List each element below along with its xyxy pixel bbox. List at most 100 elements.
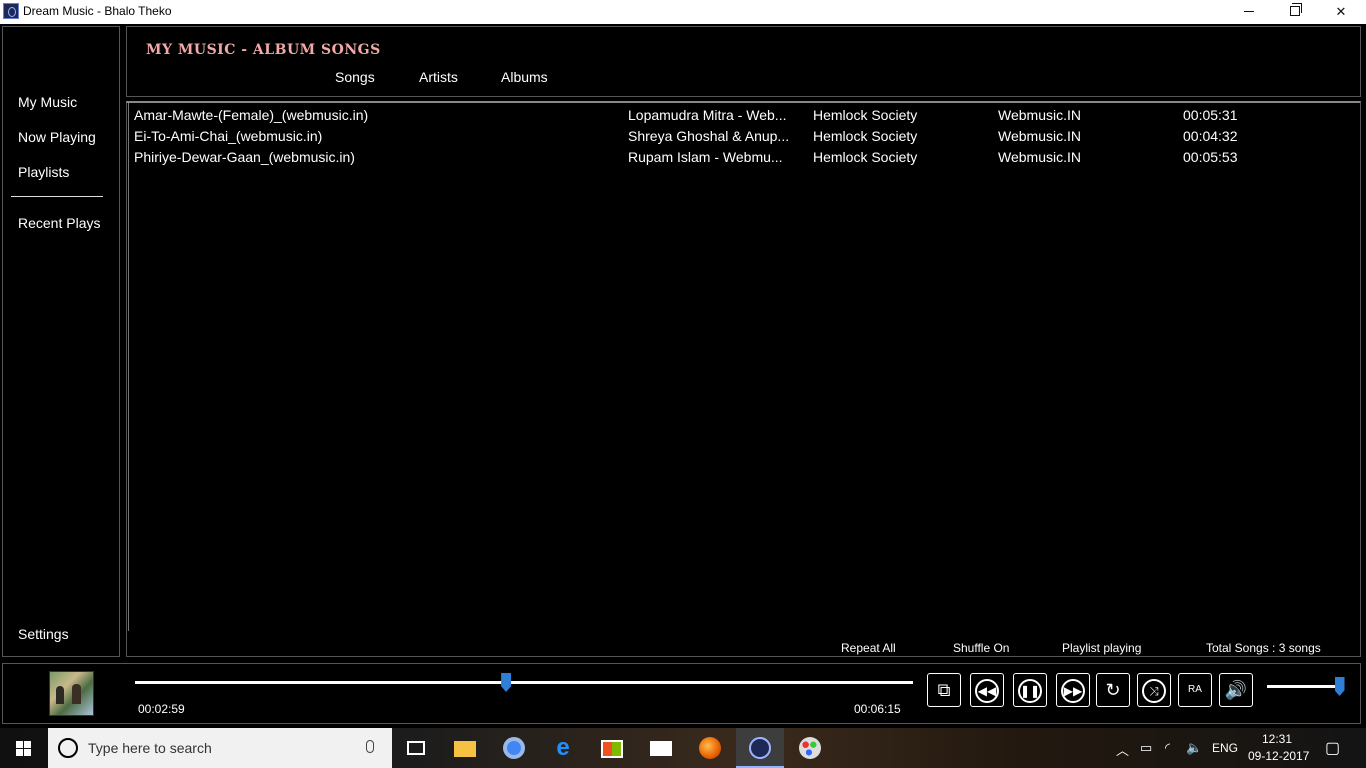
language-indicator[interactable]: ENG [1212,741,1238,755]
song-list: Amar-Mawte-(Female)_(webmusic.in) Lopamu… [126,101,1361,657]
repeat-icon: ↻ [1105,680,1121,700]
store-icon [601,740,623,758]
sidebar-item-recent-plays[interactable]: Recent Plays [18,215,100,231]
close-button[interactable]: ✕ [1318,0,1364,24]
taskbar-edge[interactable]: e [539,728,587,768]
start-button[interactable] [0,728,48,768]
show-hidden-icons-button[interactable]: ︿ [1116,740,1129,759]
microphone-icon[interactable] [366,740,374,753]
song-duration: 00:05:31 [1183,107,1238,123]
song-album: Hemlock Society [813,107,918,123]
battery-icon[interactable]: ▭ [1140,740,1152,756]
tab-songs[interactable]: Songs [335,69,375,85]
song-title: Ei-To-Ami-Chai_(webmusic.in) [134,128,323,144]
clock-date[interactable]: 09-12-2017 [1248,749,1309,763]
playback-mode-status: Playlist playing [1062,641,1142,655]
total-time: 00:06:15 [854,702,901,716]
task-view-button[interactable] [392,728,440,768]
folder-icon [454,741,476,757]
song-genre: Webmusic.IN [998,128,1081,144]
close-icon: ✕ [1335,4,1347,19]
song-album: Hemlock Society [813,149,918,165]
song-title: Amar-Mawte-(Female)_(webmusic.in) [134,107,369,123]
song-duration: 00:04:32 [1183,128,1238,144]
mail-icon [650,741,672,756]
maximize-button[interactable] [1272,0,1318,24]
taskbar-chrome[interactable] [490,728,538,768]
taskbar-firefox[interactable] [686,728,734,768]
total-songs-status: Total Songs : 3 songs [1206,641,1321,655]
taskbar-search[interactable]: Type here to search [48,728,392,768]
playlist-button[interactable]: ⧉ [927,673,961,707]
shuffle-button[interactable]: ⤨ [1137,673,1171,707]
firefox-icon [699,737,721,759]
header: MY MUSIC - ALBUM SONGS Songs Artists Alb… [126,26,1361,97]
song-title: Phiriye-Dewar-Gaan_(webmusic.in) [134,149,355,165]
volume-button[interactable]: 🔊 [1219,673,1253,707]
previous-button[interactable]: ◀◀ [970,673,1004,707]
sidebar-item-settings[interactable]: Settings [18,626,69,642]
page-title: MY MUSIC - ALBUM SONGS [146,42,381,58]
taskbar-mail[interactable] [637,728,685,768]
cortana-icon [58,738,78,758]
taskbar-paint[interactable] [786,728,834,768]
volume-slider[interactable] [1267,677,1345,696]
minimize-icon [1244,11,1254,12]
taskbar-dream-music[interactable] [736,728,784,768]
album-art [49,671,94,716]
repeat-status: Repeat All [841,641,896,655]
list-item[interactable]: Amar-Mawte-(Female)_(webmusic.in) Lopamu… [127,104,1357,125]
elapsed-time: 00:02:59 [138,702,185,716]
song-artist: Rupam Islam - Webmu... [628,149,783,165]
notifications-icon[interactable]: ▢ [1325,738,1340,758]
sidebar-item-now-playing[interactable]: Now Playing [18,129,96,145]
player-bar: 00:02:59 00:06:15 ⧉ ◀◀ ❚❚ ▶▶ ↻ ⤨ RA 🔊 [2,663,1361,724]
song-album: Hemlock Society [813,128,918,144]
search-placeholder: Type here to search [88,740,212,756]
speaker-icon: 🔊 [1224,680,1248,700]
shuffle-status: Shuffle On [953,641,1010,655]
sidebar-item-my-music[interactable]: My Music [18,94,77,110]
shuffle-icon: ⤨ [1142,679,1166,704]
list-border [128,103,129,631]
pause-icon: ❚❚ [1018,679,1042,704]
app-icon [3,3,19,19]
seek-bar[interactable] [135,673,913,692]
next-button[interactable]: ▶▶ [1056,673,1090,707]
taskbar-file-explorer[interactable] [441,728,489,768]
sidebar-item-playlists[interactable]: Playlists [18,164,69,180]
window-title: Dream Music - Bhalo Theko [23,4,172,18]
song-artist: Shreya Ghoshal & Anup... [628,128,790,144]
song-genre: Webmusic.IN [998,107,1081,123]
speaker-tray-icon[interactable]: 🔈 [1186,740,1202,756]
list-item[interactable]: Ei-To-Ami-Chai_(webmusic.in) Shreya Ghos… [127,125,1357,146]
clock-time[interactable]: 12:31 [1262,732,1292,746]
sidebar-divider [11,196,103,197]
minimize-button[interactable] [1226,0,1272,24]
song-genre: Webmusic.IN [998,149,1081,165]
windows-icon [16,741,32,756]
repeat-button[interactable]: ↻ [1096,673,1130,707]
wifi-icon[interactable]: ◜ [1165,740,1170,756]
fast-forward-icon: ▶▶ [1061,679,1085,704]
song-duration: 00:05:53 [1183,149,1238,165]
pause-button[interactable]: ❚❚ [1013,673,1047,707]
edge-icon: e [556,734,570,761]
list-item[interactable]: Phiriye-Dewar-Gaan_(webmusic.in) Rupam I… [127,146,1357,167]
sidebar: My Music Now Playing Playlists Recent Pl… [2,26,120,657]
tab-artists[interactable]: Artists [419,69,458,85]
song-artist: Lopamudra Mitra - Web... [628,107,787,123]
paint-icon [799,737,821,759]
dream-music-icon [749,737,771,759]
tab-albums[interactable]: Albums [501,69,548,85]
seek-thumb[interactable] [501,673,512,692]
taskbar-store[interactable] [588,728,636,768]
chrome-icon [503,737,525,759]
title-bar: Dream Music - Bhalo Theko ✕ [0,0,1366,24]
taskbar: Type here to search e ︿ ▭ ◜ 🔈 ENG 12:31 … [0,728,1366,768]
volume-thumb[interactable] [1334,677,1345,696]
playlist-icon: ⧉ [937,680,951,700]
ra-button[interactable]: RA [1178,673,1212,707]
rewind-icon: ◀◀ [975,679,999,704]
restore-icon [1290,3,1302,16]
